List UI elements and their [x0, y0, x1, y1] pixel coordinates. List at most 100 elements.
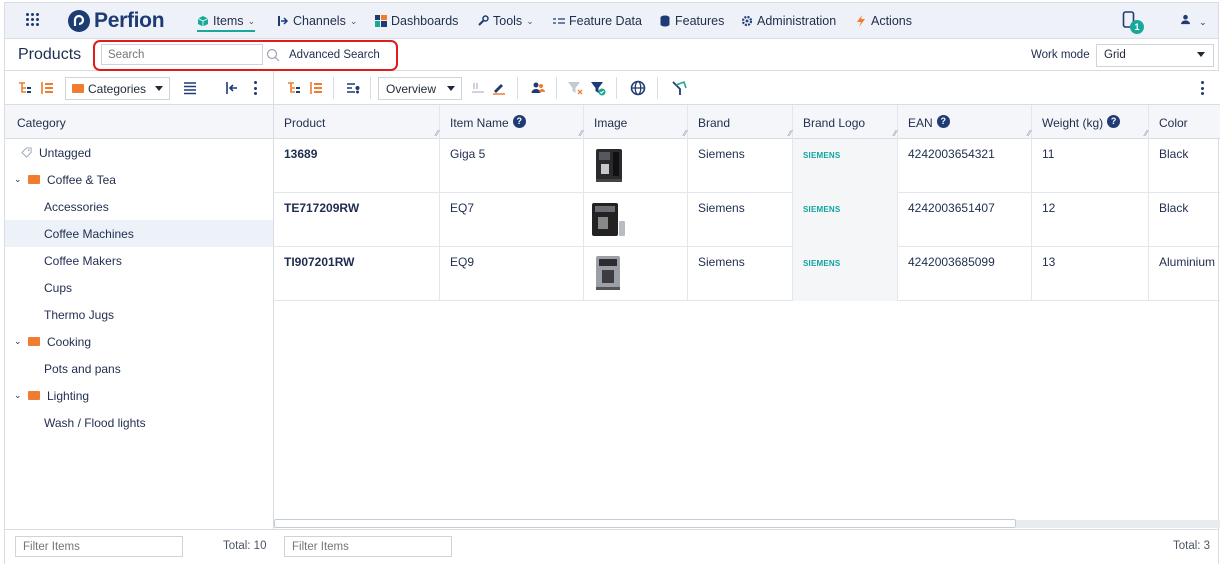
advanced-search-link[interactable]: Advanced Search: [289, 49, 380, 61]
table-cell[interactable]: TI907201RW: [274, 247, 440, 301]
nav-tools[interactable]: Tools ⌄: [477, 14, 534, 28]
expand-tree-icon[interactable]: [286, 80, 302, 96]
resize-handle-icon[interactable]: ⁄⁄: [894, 129, 897, 138]
table-cell[interactable]: [584, 139, 688, 193]
more-options-icon[interactable]: [253, 81, 257, 95]
category-filter-input[interactable]: [15, 536, 183, 557]
resize-handle-icon[interactable]: ⁄⁄: [1145, 129, 1148, 138]
edit-icon[interactable]: [491, 80, 507, 96]
help-icon[interactable]: ?: [1107, 115, 1121, 128]
search-input[interactable]: [101, 44, 263, 65]
filter-icon[interactable]: [590, 80, 606, 96]
resize-handle-icon[interactable]: ⁄⁄: [684, 129, 687, 138]
nav-feature-data[interactable]: Feature Data: [553, 14, 642, 28]
tree-item[interactable]: Wash / Flood lights: [5, 409, 273, 436]
table-cell[interactable]: 13: [1032, 247, 1149, 301]
column-settings-icon[interactable]: [345, 80, 361, 96]
table-cell[interactable]: EQ7: [440, 193, 584, 247]
tree-item[interactable]: Coffee Machines: [5, 220, 273, 247]
table-cell[interactable]: 4242003651407: [898, 193, 1032, 247]
category-select[interactable]: Categories: [65, 77, 170, 100]
tree-item[interactable]: Thermo Jugs: [5, 301, 273, 328]
table-cell[interactable]: Black: [1149, 193, 1220, 247]
resize-handle-icon[interactable]: ⁄⁄: [580, 129, 583, 138]
more-options-icon[interactable]: [1200, 81, 1204, 95]
tree-item[interactable]: Untagged: [5, 139, 273, 166]
category-toolbar: Categories: [5, 71, 274, 105]
perfion-logo[interactable]: Perfion: [67, 9, 165, 33]
table-cell[interactable]: Black: [1149, 139, 1220, 193]
clear-filter-icon[interactable]: [567, 80, 583, 96]
chevron-down-icon[interactable]: ⌄: [14, 336, 24, 347]
column-header-weight-kg[interactable]: Weight (kg)? ⁄⁄: [1028, 105, 1149, 139]
table-cell[interactable]: Siemens: [688, 247, 793, 301]
table-cell[interactable]: 11: [1032, 139, 1149, 193]
table-cell[interactable]: [584, 193, 688, 247]
collapse-tree-icon[interactable]: [308, 80, 324, 96]
chevron-down-icon[interactable]: ⌄: [14, 390, 24, 401]
notifications-button[interactable]: 1: [1122, 11, 1144, 34]
table-cell[interactable]: Aluminium: [1149, 247, 1220, 301]
user-menu[interactable]: ⌄: [1180, 14, 1207, 28]
table-cell[interactable]: SIEMENS: [793, 193, 898, 247]
column-header-ean[interactable]: EAN? ⁄⁄: [894, 105, 1032, 139]
table-cell[interactable]: EQ9: [440, 247, 584, 301]
users-icon[interactable]: [530, 80, 546, 96]
nav-actions[interactable]: Actions: [855, 14, 912, 28]
items-filter-input[interactable]: [284, 536, 452, 557]
notification-badge: 1: [1130, 20, 1144, 34]
tree-item[interactable]: Coffee Makers: [5, 247, 273, 274]
table-cell[interactable]: [584, 247, 688, 301]
chevron-down-icon[interactable]: ⌄: [14, 174, 24, 185]
table-cell[interactable]: SIEMENS: [793, 247, 898, 301]
tree-item-label: Cooking: [47, 334, 92, 349]
cell-value: Siemens: [698, 201, 745, 215]
tree-item[interactable]: ⌄ Coffee & Tea: [5, 166, 273, 193]
table-cell[interactable]: 13689: [274, 139, 440, 193]
collapse-panel-icon[interactable]: [224, 80, 240, 96]
globe-icon[interactable]: [630, 80, 646, 96]
table-cell[interactable]: 12: [1032, 193, 1149, 247]
table-cell[interactable]: TE717209RW: [274, 193, 440, 247]
nav-items[interactable]: Items ⌄: [197, 14, 256, 32]
table-cell[interactable]: 4242003654321: [898, 139, 1032, 193]
nav-features[interactable]: Features: [659, 14, 724, 28]
expand-tree-icon[interactable]: [17, 80, 33, 96]
apps-grid-icon[interactable]: [26, 13, 40, 27]
list-view-icon[interactable]: [182, 80, 198, 96]
table-cell[interactable]: Siemens: [688, 193, 793, 247]
tree-item[interactable]: ⌄ Cooking: [5, 328, 273, 355]
collapse-tree-icon[interactable]: [39, 80, 55, 96]
table-cell[interactable]: 4242003685099: [898, 247, 1032, 301]
nav-channels[interactable]: Channels ⌄: [277, 14, 357, 28]
table-cell[interactable]: SIEMENS: [793, 139, 898, 193]
table-cell[interactable]: Giga 5: [440, 139, 584, 193]
table-row[interactable]: TE717209RW EQ7 Siemens SIEMENS 4242003651407…: [274, 193, 1220, 247]
nav-dashboards[interactable]: Dashboards: [375, 14, 458, 28]
column-header-item-name[interactable]: Item Name? ⁄⁄: [436, 105, 584, 139]
horizontal-scrollbar[interactable]: [274, 519, 1016, 528]
view-select[interactable]: Overview: [378, 77, 462, 100]
column-header-image[interactable]: Image ⁄⁄: [580, 105, 688, 139]
export-icon[interactable]: [470, 80, 486, 96]
help-icon[interactable]: ?: [936, 115, 950, 128]
tree-item[interactable]: Pots and pans: [5, 355, 273, 382]
tree-item[interactable]: Cups: [5, 274, 273, 301]
tree-item[interactable]: Accessories: [5, 193, 273, 220]
search-icon[interactable]: [266, 48, 280, 62]
column-header-product[interactable]: Product: [274, 105, 440, 139]
work-mode-select[interactable]: Grid: [1096, 44, 1214, 67]
column-header-color[interactable]: Color ⁄⁄: [1145, 105, 1220, 139]
nav-administration[interactable]: Administration: [741, 14, 836, 28]
table-cell[interactable]: Siemens: [688, 139, 793, 193]
help-icon[interactable]: ?: [512, 115, 526, 128]
data-flow-icon[interactable]: [672, 80, 688, 96]
resize-handle-icon[interactable]: ⁄⁄: [1028, 129, 1031, 138]
column-header-brand-logo[interactable]: Brand Logo ⁄⁄: [789, 105, 898, 139]
resize-handle-icon[interactable]: ⁄⁄: [436, 129, 439, 138]
table-row[interactable]: TI907201RW EQ9 Siemens SIEMENS 4242003685099…: [274, 247, 1220, 301]
resize-handle-icon[interactable]: ⁄⁄: [789, 129, 792, 138]
tree-item[interactable]: ⌄ Lighting: [5, 382, 273, 409]
table-row[interactable]: 13689 Giga 5 Siemens SIEMENS 4242003654321 11…: [274, 139, 1220, 193]
column-header-brand[interactable]: Brand ⁄⁄: [684, 105, 793, 139]
